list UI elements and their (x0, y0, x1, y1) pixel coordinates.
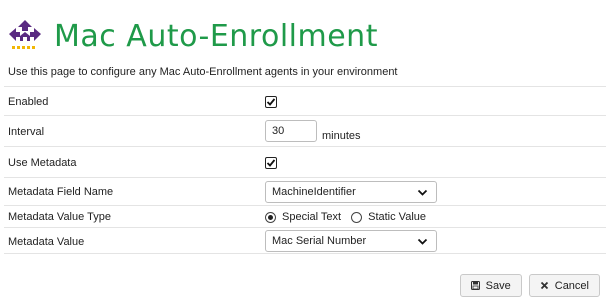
metadata-value-value: Mac Serial Number (272, 235, 367, 247)
chevron-down-icon (417, 238, 428, 245)
enabled-checkbox[interactable] (265, 96, 277, 108)
chevron-down-icon (417, 189, 428, 196)
metadata-field-name-row: Metadata Field Name MachineIdentifier (4, 177, 606, 205)
interval-unit: minutes (322, 130, 361, 142)
use-metadata-row: Use Metadata (4, 146, 606, 177)
metadata-field-name-value: MachineIdentifier (272, 186, 356, 198)
metadata-value-type-row: Metadata Value Type Special Text Static … (4, 205, 606, 227)
metadata-value-type-radios: Special Text Static Value (265, 211, 436, 223)
metadata-field-name-select[interactable]: MachineIdentifier (265, 181, 437, 203)
page-description: Use this page to configure any Mac Auto-… (8, 66, 398, 78)
save-label: Save (485, 279, 511, 292)
special-text-radio[interactable] (265, 211, 276, 223)
use-metadata-checkbox[interactable] (265, 157, 277, 169)
page-title: Mac Auto-Enrollment (54, 18, 378, 54)
metadata-field-name-label: Metadata Field Name (8, 186, 114, 198)
static-value-radio[interactable] (351, 211, 363, 223)
enabled-label: Enabled (8, 96, 49, 108)
metadata-value-select[interactable]: Mac Serial Number (265, 230, 437, 252)
static-value-label[interactable]: Static Value (368, 211, 426, 223)
settings-form: Enabled Interval minutes Use Metadata Me… (0, 86, 610, 254)
checkmark-icon (266, 98, 276, 106)
enabled-row: Enabled (4, 86, 606, 115)
cancel-button[interactable]: Cancel (528, 274, 600, 297)
save-button[interactable]: Save (459, 274, 522, 297)
use-metadata-label: Use Metadata (8, 157, 77, 169)
close-icon (540, 281, 548, 290)
form-actions: Save Cancel (453, 274, 600, 297)
interval-label: Interval (8, 126, 45, 138)
cancel-label: Cancel (554, 279, 589, 292)
network-sitemap-icon (9, 20, 41, 49)
metadata-value-row: Metadata Value Mac Serial Number (4, 227, 606, 254)
checkmark-icon (266, 159, 276, 167)
floppy-disk-icon (470, 281, 480, 290)
metadata-value-label: Metadata Value (8, 236, 85, 248)
metadata-value-type-label: Metadata Value Type (8, 211, 111, 223)
special-text-label[interactable]: Special Text (282, 211, 341, 223)
interval-row: Interval minutes (4, 115, 606, 146)
page-header: Mac Auto-Enrollment (8, 14, 378, 58)
interval-input[interactable] (265, 120, 317, 142)
